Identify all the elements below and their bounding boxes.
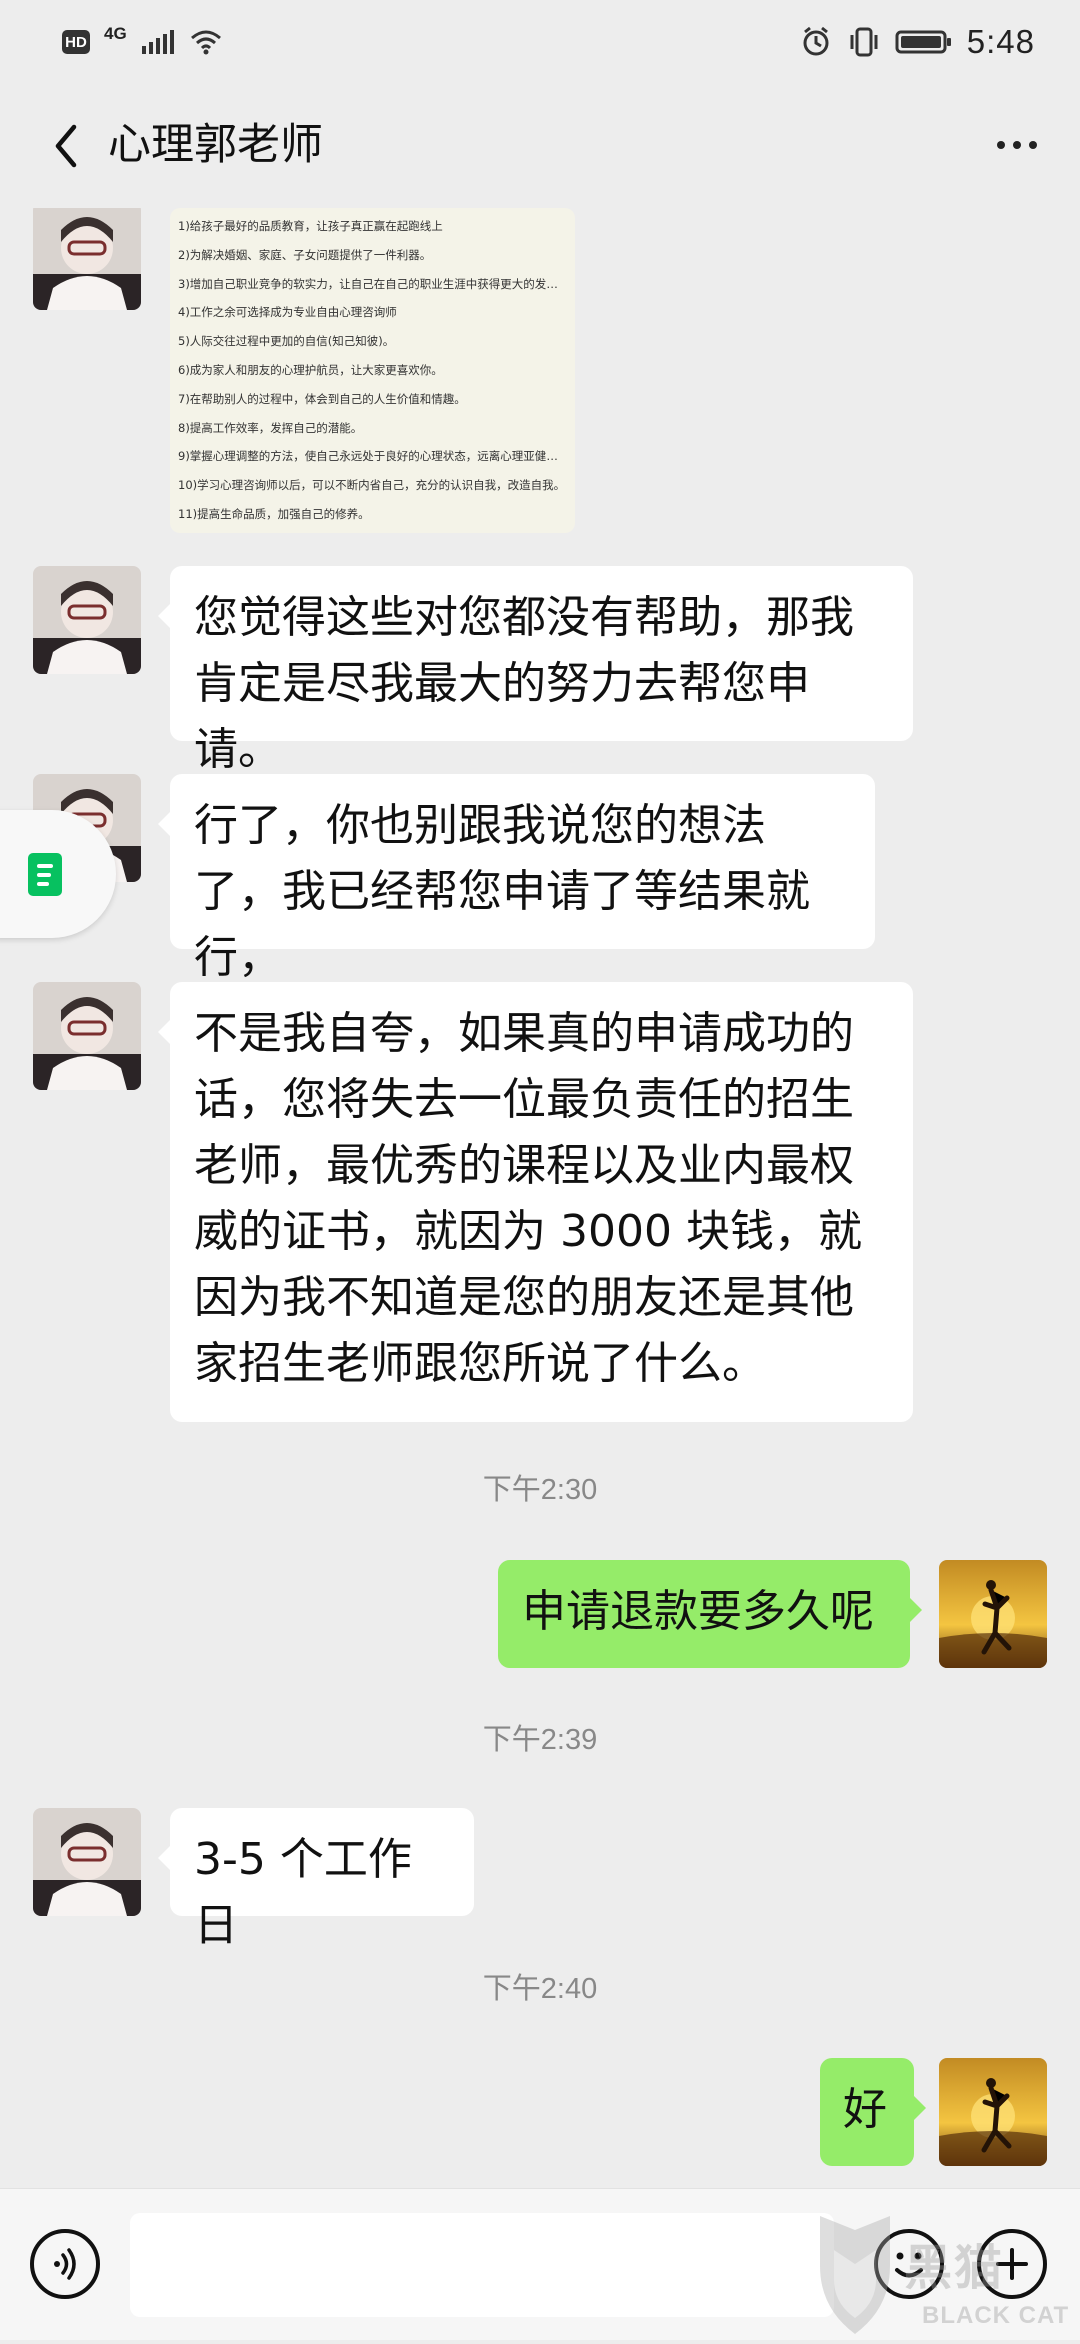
wifi-icon bbox=[189, 28, 223, 56]
teacher-avatar bbox=[33, 566, 141, 674]
battery-icon bbox=[895, 28, 953, 56]
more-icon bbox=[1013, 141, 1021, 149]
hd-badge: HD bbox=[62, 30, 90, 54]
incoming-message[interactable]: 您觉得这些对您都没有帮助，那我肯定是尽我最大的努力去帮您申请。 bbox=[158, 566, 913, 775]
alarm-icon bbox=[799, 25, 833, 59]
status-right: 5:48 bbox=[799, 23, 1035, 61]
image-text-line: 8)提高工作效率，发挥自己的潜能。 bbox=[178, 420, 363, 435]
back-icon bbox=[55, 124, 77, 168]
outgoing-message[interactable]: 申请退款要多久呢 bbox=[498, 1560, 922, 1668]
image-text-line: 2)为解决婚姻、家庭、子女问题提供了一件利器。 bbox=[178, 247, 432, 262]
voice-button[interactable] bbox=[30, 2229, 100, 2299]
floating-note-button[interactable] bbox=[0, 810, 116, 938]
shared-image-message[interactable]: 1)给孩子最好的品质教育，让孩子真正赢在起跑线上 2)为解决婚姻、家庭、子女问题… bbox=[170, 208, 575, 533]
image-text-line: 1)给孩子最好的品质教育，让孩子真正赢在起跑线上 bbox=[178, 219, 443, 233]
user-avatar bbox=[939, 1560, 1047, 1668]
status-time: 5:48 bbox=[966, 23, 1035, 60]
network-label: 4G bbox=[104, 23, 127, 43]
incoming-message[interactable]: 行了，你也别跟我说您的想法了，我已经帮您申请了等结果就行， bbox=[158, 774, 875, 983]
timestamp: 下午2:30 bbox=[482, 1474, 598, 1506]
note-icon bbox=[28, 852, 62, 896]
status-left: HD 4G bbox=[62, 23, 223, 56]
incoming-message[interactable]: 3-5 个工作日 bbox=[158, 1808, 474, 1951]
more-icon bbox=[997, 141, 1005, 149]
emoji-button[interactable] bbox=[874, 2229, 944, 2299]
image-text-line: 11)提高生命品质，加强自己的修养。 bbox=[178, 506, 370, 521]
teacher-avatar bbox=[33, 208, 141, 310]
image-text-line: 6)成为家人和朋友的心理护航员，让大家更喜欢你。 bbox=[178, 362, 443, 377]
timestamp: 下午2:39 bbox=[482, 1724, 598, 1756]
image-text-line: 9)掌握心理调整的方法，使自己永远处于良好的心理状态，远离心理亚健康。 bbox=[178, 449, 567, 464]
message-input-bar bbox=[0, 2188, 1080, 2340]
incoming-message[interactable]: 不是我自夸，如果真的申请成功的话，您将失去一位最负责任的招生老师，最优秀的课程以… bbox=[158, 982, 913, 1422]
status-bar: HD 4G 5:48 bbox=[0, 0, 1080, 84]
vibrate-icon bbox=[847, 25, 881, 59]
more-button[interactable] bbox=[982, 115, 1052, 175]
note-line bbox=[37, 881, 49, 886]
teacher-avatar bbox=[33, 1808, 141, 1916]
message-list[interactable]: 1)给孩子最好的品质教育，让孩子真正赢在起跑线上 2)为解决婚姻、家庭、子女问题… bbox=[0, 208, 1080, 2188]
teacher-avatar bbox=[33, 982, 141, 1090]
message-input[interactable] bbox=[130, 2213, 834, 2317]
note-line bbox=[37, 872, 51, 877]
user-avatar bbox=[939, 2058, 1047, 2166]
chat-header: 心理郭老师 bbox=[0, 84, 1080, 208]
image-text-line: 3)增加自己职业竞争的软实力，让自己在自己的职业生涯中获得更大的发展空间。 bbox=[178, 276, 567, 291]
more-icon bbox=[1029, 141, 1037, 149]
chat-title: 心理郭老师 bbox=[108, 120, 323, 170]
emoji-icon bbox=[895, 2252, 923, 2278]
voice-icon bbox=[54, 2248, 76, 2280]
back-button[interactable] bbox=[30, 110, 102, 182]
signal-icon bbox=[141, 28, 175, 56]
plus-button[interactable] bbox=[977, 2229, 1047, 2299]
image-text-line: 4)工作之余可选择成为专业自由心理咨询师 bbox=[178, 305, 397, 320]
image-text-line: 7)在帮助别人的过程中，体会到自己的人生价值和情趣。 bbox=[178, 391, 466, 406]
timestamp: 下午2:40 bbox=[482, 1973, 598, 2005]
outgoing-message[interactable]: 好 bbox=[820, 2058, 926, 2166]
image-text-line: 5)人际交往过程中更加的自信(知己知彼)。 bbox=[178, 334, 395, 349]
image-text-line: 10)学习心理咨询师以后，可以不断内省自己，充分的认识自我，改造自我。 bbox=[178, 478, 566, 493]
note-line bbox=[37, 863, 53, 868]
